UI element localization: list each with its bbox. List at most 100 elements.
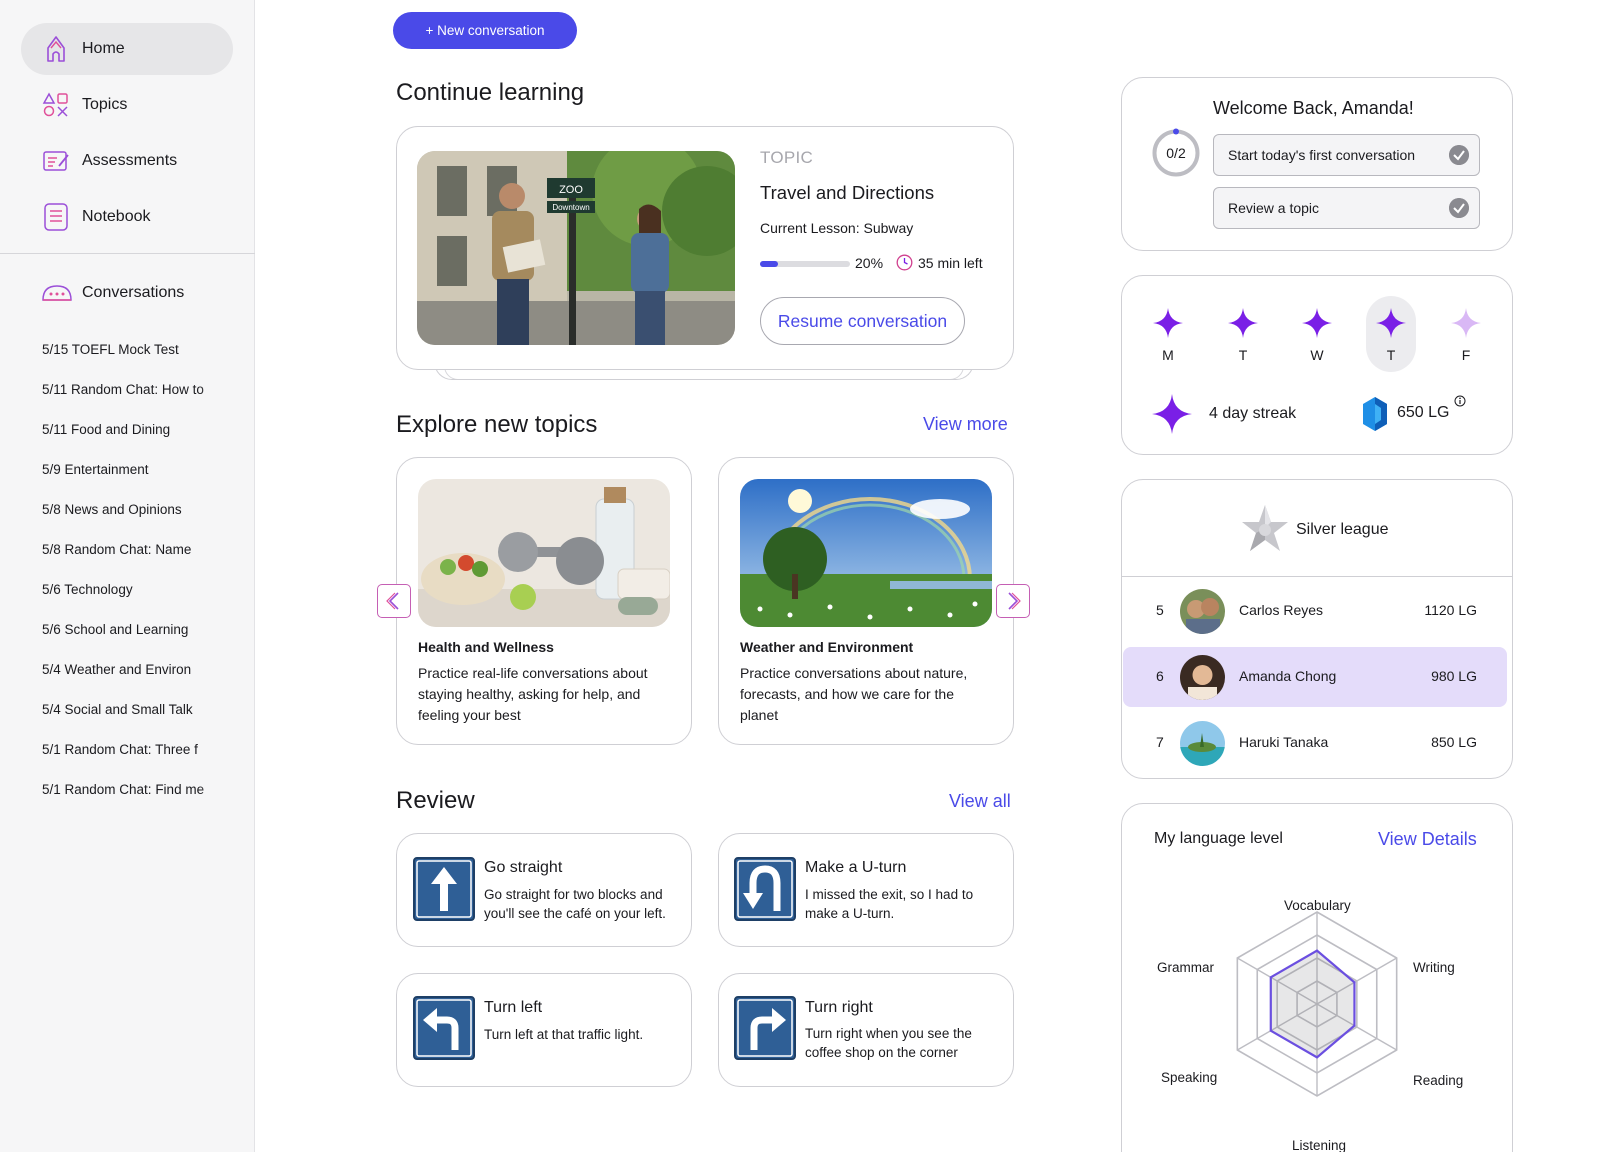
- topic-card-desc: staying healthy, asking for help, and: [418, 686, 641, 702]
- carousel-next-button[interactable]: [996, 584, 1030, 618]
- task-first-conversation[interactable]: Start today's first conversation: [1213, 134, 1480, 176]
- task-review-topic[interactable]: Review a topic: [1213, 187, 1480, 229]
- review-card-desc: make a U-turn.: [805, 906, 895, 921]
- day-sparkle-icon: [1228, 308, 1258, 338]
- conversation-item[interactable]: 5/8 Random Chat: Name: [42, 542, 227, 557]
- topic-card-title: Health and Wellness: [418, 639, 554, 655]
- clock-icon: [896, 254, 913, 271]
- sidebar-item-label: Notebook: [82, 208, 151, 225]
- day-label: T: [1386, 347, 1396, 363]
- league-divider: [1122, 576, 1512, 577]
- sign-zoo-text: ZOO: [559, 184, 583, 196]
- conversation-item[interactable]: 5/6 School and Learning: [42, 622, 227, 637]
- topic-kicker: TOPIC: [760, 148, 814, 167]
- topics-icon: [42, 92, 68, 117]
- radar-axis-label: Listening: [1292, 1138, 1347, 1152]
- day-label: M: [1162, 347, 1174, 363]
- sidebar-item-conversations[interactable]: Conversations: [21, 267, 233, 319]
- daily-goal-label: 0/2: [1166, 145, 1186, 161]
- avatar: [1180, 721, 1225, 766]
- travel-directions-photo: ZOO Downtown: [417, 151, 735, 345]
- topic-title: Travel and Directions: [760, 182, 935, 203]
- topic-card-title: Weather and Environment: [740, 639, 914, 655]
- sidebar-item-topics[interactable]: Topics: [21, 79, 233, 131]
- sidebar-item-label: Topics: [82, 96, 128, 113]
- conversation-item[interactable]: 5/1 Random Chat: Find me: [42, 782, 227, 797]
- view-details-link[interactable]: View Details: [1378, 829, 1477, 850]
- time-left-label: 35 min left: [918, 255, 983, 271]
- leaderboard-name: Amanda Chong: [1239, 668, 1337, 684]
- day-sparkle-icon: [1302, 308, 1332, 338]
- radar-axis-label: Vocabulary: [1284, 898, 1351, 913]
- task-label: Review a topic: [1228, 200, 1320, 216]
- conversation-item[interactable]: 5/1 Random Chat: Three f: [42, 742, 227, 757]
- conversation-item[interactable]: 5/6 Technology: [42, 582, 227, 597]
- sidebar-divider: [0, 253, 255, 254]
- lesson-progress-label: 20%: [855, 255, 884, 271]
- review-card-title: Turn right: [805, 999, 873, 1016]
- conversation-item[interactable]: 5/11 Food and Dining: [42, 422, 227, 437]
- u-turn-sign-icon: [734, 857, 796, 921]
- leaderboard-row[interactable]: 7 Haruki Tanaka 850 LG: [1123, 713, 1507, 773]
- topic-card-desc: planet: [740, 707, 779, 723]
- task-label: Start today's first conversation: [1228, 147, 1416, 163]
- day-sparkle-icon: [1376, 308, 1406, 338]
- lg-points-label: 650 LG: [1397, 404, 1450, 421]
- daily-goal-ring: 0/2: [1152, 128, 1200, 177]
- day-label: F: [1461, 347, 1471, 363]
- topic-card-desc: feeling your best: [418, 707, 521, 723]
- sidebar-item-notebook[interactable]: Notebook: [21, 191, 233, 243]
- welcome-title: Welcome Back, Amanda!: [1213, 98, 1414, 118]
- leaderboard-row-current-user[interactable]: 6 Amanda Chong 980 LG: [1123, 647, 1507, 707]
- radar-axis-label: Grammar: [1157, 960, 1214, 975]
- lesson-progress-fill: [760, 261, 778, 267]
- conversation-item[interactable]: 5/15 TOEFL Mock Test: [42, 342, 227, 357]
- radar-value-polygon: [1269, 949, 1356, 1059]
- review-card-desc: you'll see the café on your left.: [484, 906, 666, 921]
- day-sparkle-icon: [1451, 308, 1481, 338]
- current-lesson: Current Lesson: Subway: [760, 220, 914, 236]
- review-card-desc: coffee shop on the corner: [805, 1045, 958, 1060]
- sign-downtown-text: Downtown: [552, 203, 589, 212]
- conversation-item[interactable]: 5/8 News and Opinions: [42, 502, 227, 517]
- leaderboard-row[interactable]: 5 Carlos Reyes 1120 LG: [1123, 581, 1507, 641]
- turn-right-sign-icon: [734, 996, 796, 1060]
- resume-conversation-button[interactable]: Resume conversation: [760, 297, 965, 345]
- view-all-link[interactable]: View all: [949, 791, 1011, 812]
- leaderboard-rank: 5: [1156, 602, 1164, 618]
- sidebar: Home Topics Assessments Notebook Convers…: [0, 0, 255, 1152]
- lg-gem-icon: [1363, 397, 1387, 431]
- conversation-item[interactable]: 5/4 Social and Small Talk: [42, 702, 227, 717]
- review-card-desc: I missed the exit, so I had to: [805, 887, 974, 902]
- radar-axis-label: Writing: [1413, 960, 1455, 975]
- conversation-item[interactable]: 5/9 Entertainment: [42, 462, 227, 477]
- silver-star-icon: [1242, 505, 1288, 551]
- info-icon[interactable]: [1454, 395, 1466, 407]
- sidebar-item-home[interactable]: Home: [21, 23, 233, 75]
- new-conversation-button[interactable]: + New conversation: [393, 12, 577, 49]
- language-radar-chart: [1236, 911, 1398, 1097]
- sidebar-item-label: Assessments: [82, 152, 178, 169]
- review-card-desc: Go straight for two blocks and: [484, 887, 663, 902]
- leaderboard-rank: 7: [1156, 734, 1164, 750]
- conversation-item[interactable]: 5/4 Weather and Environ: [42, 662, 227, 677]
- check-icon: [1449, 145, 1469, 165]
- sidebar-item-label: Home: [82, 40, 125, 57]
- notebook-icon: [44, 203, 68, 231]
- view-more-link[interactable]: View more: [923, 414, 1008, 435]
- league-title: Silver league: [1296, 521, 1389, 538]
- carousel-prev-button[interactable]: [377, 584, 411, 618]
- day-label: T: [1238, 347, 1248, 363]
- sidebar-item-assessments[interactable]: Assessments: [21, 135, 233, 187]
- conversations-icon: [42, 285, 72, 301]
- review-card-desc: Turn left at that traffic light.: [484, 1027, 644, 1042]
- home-icon: [47, 36, 65, 62]
- avatar: [1180, 589, 1225, 634]
- review-title: Review: [396, 787, 475, 814]
- health-wellness-photo: [418, 479, 670, 627]
- leaderboard-score: 850 LG: [1431, 734, 1477, 750]
- conversation-item[interactable]: 5/11 Random Chat: How to: [42, 382, 227, 397]
- weather-environment-photo: [740, 479, 992, 627]
- leaderboard-score: 1120 LG: [1424, 602, 1477, 618]
- assessments-icon: [43, 151, 69, 171]
